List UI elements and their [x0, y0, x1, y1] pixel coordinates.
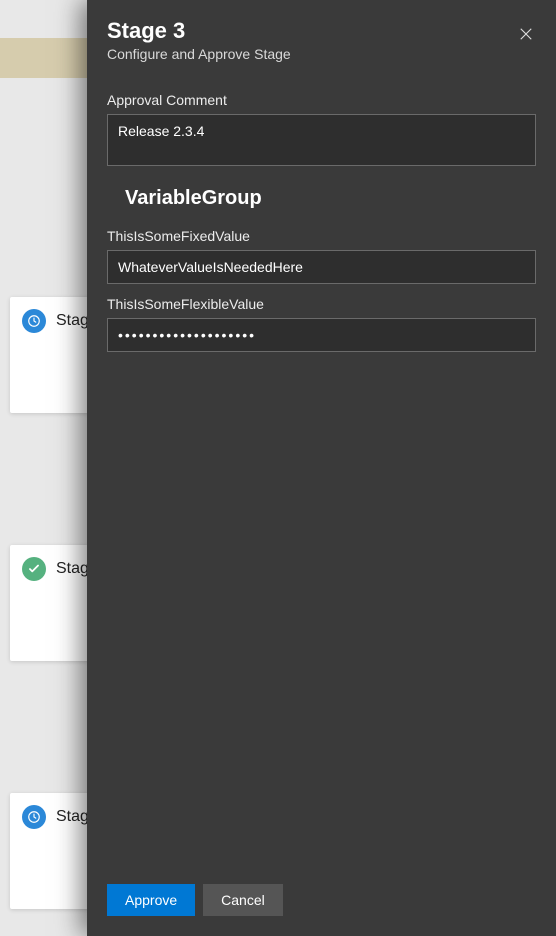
clock-icon — [22, 805, 46, 829]
approve-button[interactable]: Approve — [107, 884, 195, 916]
fixed-value-label: ThisIsSomeFixedValue — [107, 228, 536, 244]
approval-comment-label: Approval Comment — [107, 92, 536, 108]
panel-header: Stage 3 Configure and Approve Stage — [87, 0, 556, 76]
fixed-value-input[interactable] — [107, 250, 536, 284]
panel-title: Stage 3 — [107, 18, 536, 44]
check-icon — [22, 557, 46, 581]
approval-comment-input[interactable] — [107, 114, 536, 166]
stage-card-label: Stag — [56, 560, 89, 578]
cancel-button[interactable]: Cancel — [203, 884, 283, 916]
clock-icon — [22, 309, 46, 333]
flexible-value-label: ThisIsSomeFlexibleValue — [107, 296, 536, 312]
panel-subtitle: Configure and Approve Stage — [107, 46, 536, 62]
stage-card-label: Stag — [56, 312, 89, 330]
stage-config-panel: Stage 3 Configure and Approve Stage Appr… — [87, 0, 556, 936]
flexible-value-input[interactable] — [107, 318, 536, 352]
close-icon — [517, 25, 535, 43]
stage-card-label: Stag — [56, 808, 89, 826]
panel-body: Approval Comment VariableGroup ThisIsSom… — [87, 76, 556, 870]
panel-footer: Approve Cancel — [87, 870, 556, 936]
close-button[interactable] — [512, 20, 540, 48]
variable-group-heading: VariableGroup — [107, 169, 536, 216]
